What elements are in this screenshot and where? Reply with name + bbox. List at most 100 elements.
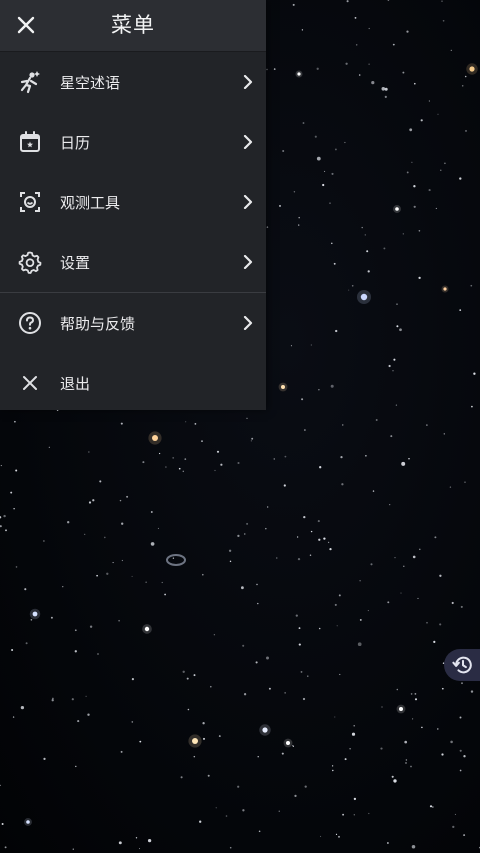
bright-star xyxy=(144,626,150,632)
star xyxy=(387,0,390,1)
star xyxy=(229,560,232,563)
star xyxy=(284,692,286,694)
star xyxy=(359,580,361,582)
star xyxy=(324,170,326,172)
star xyxy=(120,422,123,425)
star xyxy=(184,458,187,460)
star xyxy=(442,19,445,22)
star xyxy=(421,726,423,729)
star xyxy=(386,842,389,844)
bright-star xyxy=(286,741,290,745)
star xyxy=(334,716,336,718)
star xyxy=(390,435,393,438)
star xyxy=(384,87,388,91)
star xyxy=(383,247,386,250)
history-button[interactable] xyxy=(444,649,480,681)
star xyxy=(251,437,254,440)
menu-item-observation-tools[interactable]: 观测工具 xyxy=(0,172,266,232)
star xyxy=(293,191,296,193)
star xyxy=(394,556,396,559)
star xyxy=(273,68,276,70)
star xyxy=(314,135,317,138)
star xyxy=(43,757,46,761)
star xyxy=(336,625,338,627)
star xyxy=(357,642,362,647)
star xyxy=(426,621,428,624)
star xyxy=(443,433,445,435)
calendar-icon xyxy=(17,129,43,155)
star xyxy=(85,695,87,697)
star xyxy=(257,602,259,605)
star xyxy=(428,189,431,192)
star xyxy=(318,538,321,541)
star xyxy=(281,752,284,755)
menu-item-exit[interactable]: 退出 xyxy=(0,353,266,413)
star xyxy=(381,706,383,708)
star xyxy=(429,805,433,808)
star xyxy=(284,455,287,458)
star xyxy=(406,30,409,33)
star xyxy=(242,809,245,812)
star xyxy=(210,685,212,688)
star xyxy=(194,423,197,425)
star xyxy=(225,815,228,817)
star xyxy=(273,458,275,460)
star xyxy=(401,461,406,466)
star xyxy=(89,625,93,628)
star xyxy=(459,309,462,311)
star xyxy=(414,82,416,85)
star xyxy=(292,3,295,6)
chevron-right-icon xyxy=(241,316,255,330)
star xyxy=(459,769,462,772)
star xyxy=(329,547,332,551)
menu-item-help-feedback[interactable]: 帮助与反馈 xyxy=(0,293,266,353)
star xyxy=(459,716,462,719)
star xyxy=(150,542,155,546)
menu-item-label: 日历 xyxy=(60,133,91,152)
star xyxy=(301,29,304,31)
star xyxy=(266,68,268,71)
star xyxy=(201,440,203,442)
star xyxy=(158,452,161,455)
star xyxy=(330,384,334,388)
star xyxy=(351,732,356,736)
star xyxy=(473,372,476,375)
bright-star xyxy=(297,72,301,76)
star xyxy=(381,87,386,91)
star xyxy=(276,557,278,559)
star xyxy=(339,673,341,676)
star xyxy=(257,756,259,758)
star xyxy=(393,779,397,783)
star xyxy=(349,748,351,750)
menu-item-settings[interactable]: 设置 xyxy=(0,232,266,292)
star xyxy=(199,820,202,823)
star xyxy=(14,420,16,423)
star xyxy=(187,708,190,711)
menu-item-star-talk[interactable]: 星空述语 xyxy=(0,52,266,112)
star xyxy=(411,845,416,849)
star xyxy=(229,846,232,849)
menu-title: 菜单 xyxy=(111,13,155,37)
star xyxy=(367,270,370,273)
star xyxy=(74,650,77,653)
star xyxy=(404,740,408,744)
star xyxy=(172,457,175,459)
star xyxy=(426,424,428,426)
star xyxy=(99,480,102,483)
star xyxy=(297,557,301,561)
menu-item-calendar[interactable]: 日历 xyxy=(0,112,266,172)
star xyxy=(185,421,187,423)
star xyxy=(119,499,122,502)
star xyxy=(413,185,416,188)
star xyxy=(450,740,453,744)
star xyxy=(409,128,413,132)
bright-star xyxy=(152,435,158,441)
star xyxy=(215,807,217,809)
star xyxy=(334,148,337,151)
star xyxy=(464,75,467,78)
star xyxy=(392,370,394,372)
star xyxy=(405,762,407,764)
star xyxy=(266,226,269,228)
chevron-right-icon xyxy=(241,75,255,89)
star xyxy=(440,169,442,171)
